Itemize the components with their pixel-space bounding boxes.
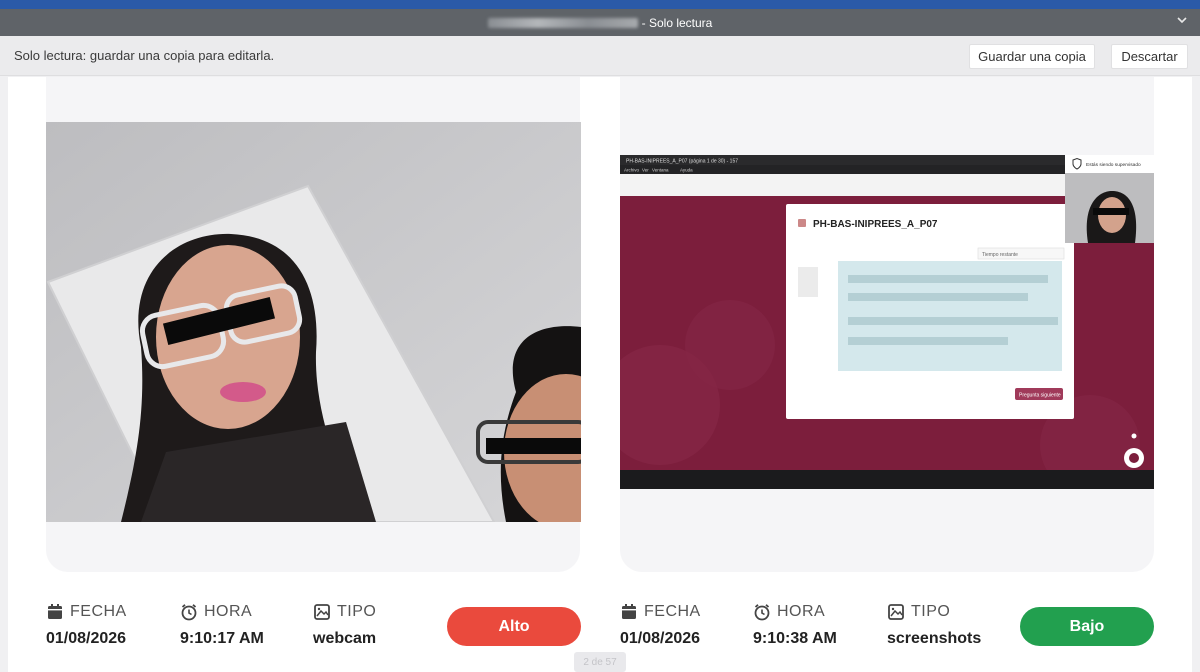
blurred-filename: [487, 17, 638, 28]
shot-menu-ventana: Ventana: [652, 168, 669, 173]
title-suffix: - Solo lectura: [641, 15, 713, 30]
webcam-photo[interactable]: [46, 122, 581, 522]
record-1-hora-value: 9:10:17 AM: [180, 630, 264, 647]
record-2-time: HORA 9:10:38 AM: [753, 600, 837, 648]
image-type-icon: [887, 603, 905, 621]
shot-menu-ayuda: Ayuda: [680, 168, 693, 173]
discard-button[interactable]: Descartar: [1111, 44, 1188, 69]
save-copy-button[interactable]: Guardar una copia: [969, 44, 1095, 69]
top-accent-strip: [0, 0, 1200, 9]
shot-time-remaining: Tiempo restante: [982, 252, 1018, 258]
record-2-fecha-value: 01/08/2026: [620, 630, 701, 647]
shot-window-title: PH-BAS-INIPREES_A_P07 (página 1 de 30) -…: [626, 159, 738, 165]
record-2-tipo-label: TIPO: [911, 603, 951, 620]
page-indicator: 2 de 57: [574, 652, 626, 672]
read-only-bar: Solo lectura: guardar una copia para edi…: [0, 36, 1200, 76]
alarm-clock-icon: [753, 603, 771, 621]
calendar-icon: [620, 603, 638, 621]
shot-menu-ver: Ver: [642, 168, 649, 173]
shot-supervised-label: Estás siendo supervisado: [1086, 162, 1141, 168]
title-bar: - Solo lectura: [0, 9, 1200, 36]
record-1-fecha-value: 01/08/2026: [46, 630, 127, 647]
alarm-clock-icon: [180, 603, 198, 621]
read-only-message: Solo lectura: guardar una copia para edi…: [14, 48, 275, 63]
image-type-icon: [313, 603, 331, 621]
risk-badge-bajo[interactable]: Bajo: [1020, 607, 1154, 646]
record-1-type: TIPO webcam: [313, 600, 376, 648]
risk-badge-alto[interactable]: Alto: [447, 607, 581, 646]
record-1-hora-label: HORA: [204, 603, 253, 620]
record-2-fecha-label: FECHA: [644, 603, 701, 620]
record-1-tipo-value: webcam: [313, 630, 377, 647]
record-1-fecha-label: FECHA: [70, 603, 127, 620]
screen-capture[interactable]: PH-BAS-INIPREES_A_P07 (página 1 de 30) -…: [620, 155, 1154, 489]
record-2-type: TIPO screenshots: [887, 600, 981, 648]
record-2-hora-value: 9:10:38 AM: [753, 630, 837, 647]
record-2-tipo-value: screenshots: [887, 630, 982, 647]
record-1-date: FECHA 01/08/2026: [46, 600, 127, 648]
shot-exam-title: PH-BAS-INIPREES_A_P07: [813, 219, 938, 230]
shot-menu-archivo: Archivo: [624, 168, 640, 173]
record-1-tipo-label: TIPO: [337, 603, 377, 620]
record-2-date: FECHA 01/08/2026: [620, 600, 701, 648]
chevron-down-icon[interactable]: [1176, 13, 1188, 29]
shot-next-question: Pregunta siguiente: [1019, 393, 1061, 399]
record-1-time: HORA 9:10:17 AM: [180, 600, 264, 648]
calendar-icon: [46, 603, 64, 621]
record-2-hora-label: HORA: [777, 603, 826, 620]
